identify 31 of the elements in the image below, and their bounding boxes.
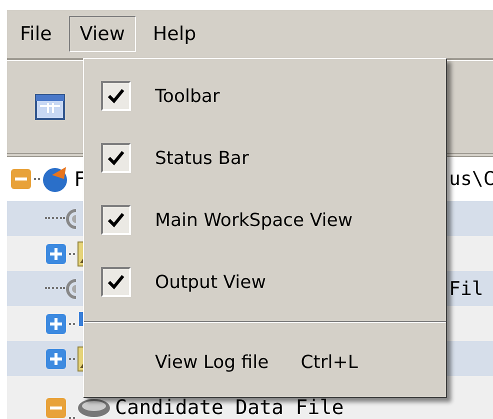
- shortcut-label: Ctrl+L: [300, 352, 358, 372]
- gear-icon: [65, 208, 77, 228]
- checkbox[interactable]: [101, 81, 131, 111]
- menu-item-label: View Log file: [155, 352, 269, 372]
- menu-item[interactable]: Main WorkSpace View: [84, 189, 446, 251]
- check-icon: [107, 88, 125, 104]
- menu-item[interactable]: Toolbar: [84, 65, 446, 127]
- checkbox[interactable]: [101, 143, 131, 173]
- menu-item[interactable]: Status Bar: [84, 127, 446, 189]
- menu-bar-item[interactable]: Help: [142, 16, 208, 52]
- check-icon: [107, 150, 125, 166]
- menu-item-label: Toolbar: [155, 86, 220, 106]
- expand-icon[interactable]: [45, 242, 67, 264]
- check-icon: [107, 274, 125, 290]
- menu-item-label: Status Bar: [155, 148, 249, 168]
- tree-item-label[interactable]: us\C: [449, 168, 493, 190]
- menu-item[interactable]: View Log file Ctrl+L: [84, 331, 446, 393]
- globe-icon: [42, 165, 70, 193]
- check-icon: [107, 212, 125, 228]
- gear-icon: [65, 278, 77, 298]
- menu-bar-item[interactable]: View: [68, 16, 136, 52]
- menu-item-label: Main WorkSpace View: [155, 210, 353, 230]
- expand-icon[interactable]: [45, 312, 67, 334]
- menu-item-label: Output View: [155, 272, 266, 292]
- checkbox[interactable]: [101, 267, 131, 297]
- tree-item-label[interactable]: Fil: [449, 278, 484, 300]
- window-icon[interactable]: [35, 93, 65, 121]
- checkbox[interactable]: [101, 205, 131, 235]
- menu-bar-item[interactable]: File: [9, 16, 63, 52]
- menu-item[interactable]: Output View: [84, 251, 446, 313]
- expand-icon[interactable]: [45, 348, 67, 370]
